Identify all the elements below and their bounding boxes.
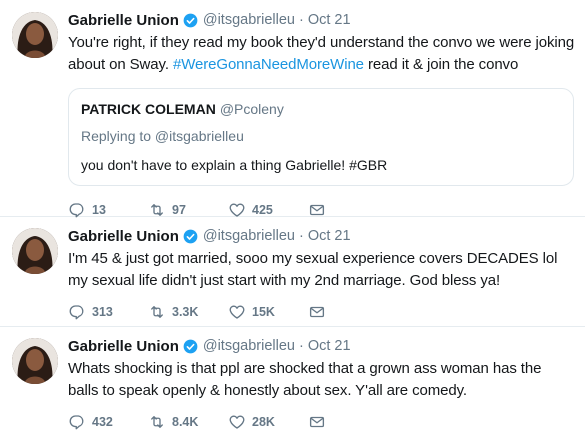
direct-message-button[interactable] (308, 303, 388, 321)
verified-badge-icon (183, 339, 198, 354)
retweet-button[interactable]: 8.4K (148, 413, 228, 431)
tweet-header: Gabrielle Union @itsgabrielleu · Oct 21 (68, 10, 575, 30)
tweet-text: Whats shocking is that ppl are shocked t… (68, 360, 542, 399)
tweet-header: Gabrielle Union @itsgabrielleu · Oct 21 (68, 336, 575, 356)
quoted-tweet[interactable]: PATRICK COLEMAN @Pcoleny Replying to @its… (68, 88, 574, 186)
reply-icon (68, 303, 86, 321)
author-name[interactable]: Gabrielle Union (68, 12, 179, 29)
quoted-tweet-text: you don't have to explain a thing Gabrie… (81, 157, 388, 173)
tweet[interactable]: Gabrielle Union @itsgabrielleu · Oct 21 … (0, 0, 585, 220)
reply-count: 13 (92, 203, 106, 217)
tweet-date[interactable]: Oct 21 (308, 338, 351, 354)
quoted-author-handle: @Pcoleny (219, 101, 284, 117)
retweet-button[interactable]: 3.3K (148, 303, 228, 321)
like-count: 28K (252, 415, 275, 429)
retweet-count: 3.3K (172, 305, 199, 319)
author-name[interactable]: Gabrielle Union (68, 228, 179, 245)
retweet-icon (148, 413, 166, 431)
like-button[interactable]: 425 (228, 201, 308, 219)
heart-icon (228, 413, 246, 431)
verified-badge-icon (183, 229, 198, 244)
reply-icon (68, 201, 86, 219)
like-count: 425 (252, 203, 273, 217)
verified-badge-icon (183, 13, 198, 28)
author-handle[interactable]: @itsgabrielleu (203, 228, 295, 244)
hashtag-link[interactable]: #WereGonnaNeedMoreWine (173, 56, 364, 73)
avatar[interactable] (12, 12, 58, 58)
envelope-icon (308, 201, 326, 219)
retweet-button[interactable]: 97 (148, 201, 228, 219)
heart-icon (228, 303, 246, 321)
like-button[interactable]: 28K (228, 413, 308, 431)
retweet-count: 8.4K (172, 415, 199, 429)
reply-button[interactable]: 313 (68, 303, 148, 321)
reply-count: 313 (92, 305, 113, 319)
author-handle[interactable]: @itsgabrielleu (203, 12, 295, 28)
envelope-icon (308, 413, 326, 431)
tweet-date[interactable]: Oct 21 (308, 228, 351, 244)
envelope-icon (308, 303, 326, 321)
avatar[interactable] (12, 228, 58, 274)
tweet-actions: 432 8.4K 28K (68, 412, 575, 432)
like-count: 15K (252, 305, 275, 319)
retweet-icon (148, 201, 166, 219)
avatar[interactable] (12, 338, 58, 384)
reply-count: 432 (92, 415, 113, 429)
tweet[interactable]: Gabrielle Union @itsgabrielleu · Oct 21 … (0, 218, 585, 327)
like-button[interactable]: 15K (228, 303, 308, 321)
tweet-text-part: read it & join the convo (363, 56, 519, 73)
tweet-feed: Gabrielle Union @itsgabrielleu · Oct 21 … (0, 0, 585, 439)
heart-icon (228, 201, 246, 219)
replying-to: Replying to @itsgabrielleu (81, 128, 244, 144)
tweet-date[interactable]: Oct 21 (308, 12, 351, 28)
reply-button[interactable]: 432 (68, 413, 148, 431)
separator-dot: · (298, 228, 304, 244)
quoted-author-name: PATRICK COLEMAN (81, 101, 216, 117)
direct-message-button[interactable] (308, 201, 388, 219)
retweet-icon (148, 303, 166, 321)
tweet-actions: 13 97 425 (68, 200, 575, 220)
retweet-count: 97 (172, 203, 186, 217)
tweet-text: I'm 45 & just got married, sooo my sexua… (68, 250, 558, 289)
tweet-header: Gabrielle Union @itsgabrielleu · Oct 21 (68, 226, 575, 246)
reply-icon (68, 413, 86, 431)
author-handle[interactable]: @itsgabrielleu (203, 338, 295, 354)
tweet-text: You're right, if they read my book they'… (68, 32, 575, 76)
tweet-actions: 313 3.3K 15K (68, 302, 575, 322)
separator-dot: · (298, 12, 304, 28)
separator-dot: · (298, 338, 304, 354)
direct-message-button[interactable] (308, 413, 388, 431)
reply-button[interactable]: 13 (68, 201, 148, 219)
author-name[interactable]: Gabrielle Union (68, 338, 179, 355)
tweet[interactable]: Gabrielle Union @itsgabrielleu · Oct 21 … (0, 328, 585, 439)
